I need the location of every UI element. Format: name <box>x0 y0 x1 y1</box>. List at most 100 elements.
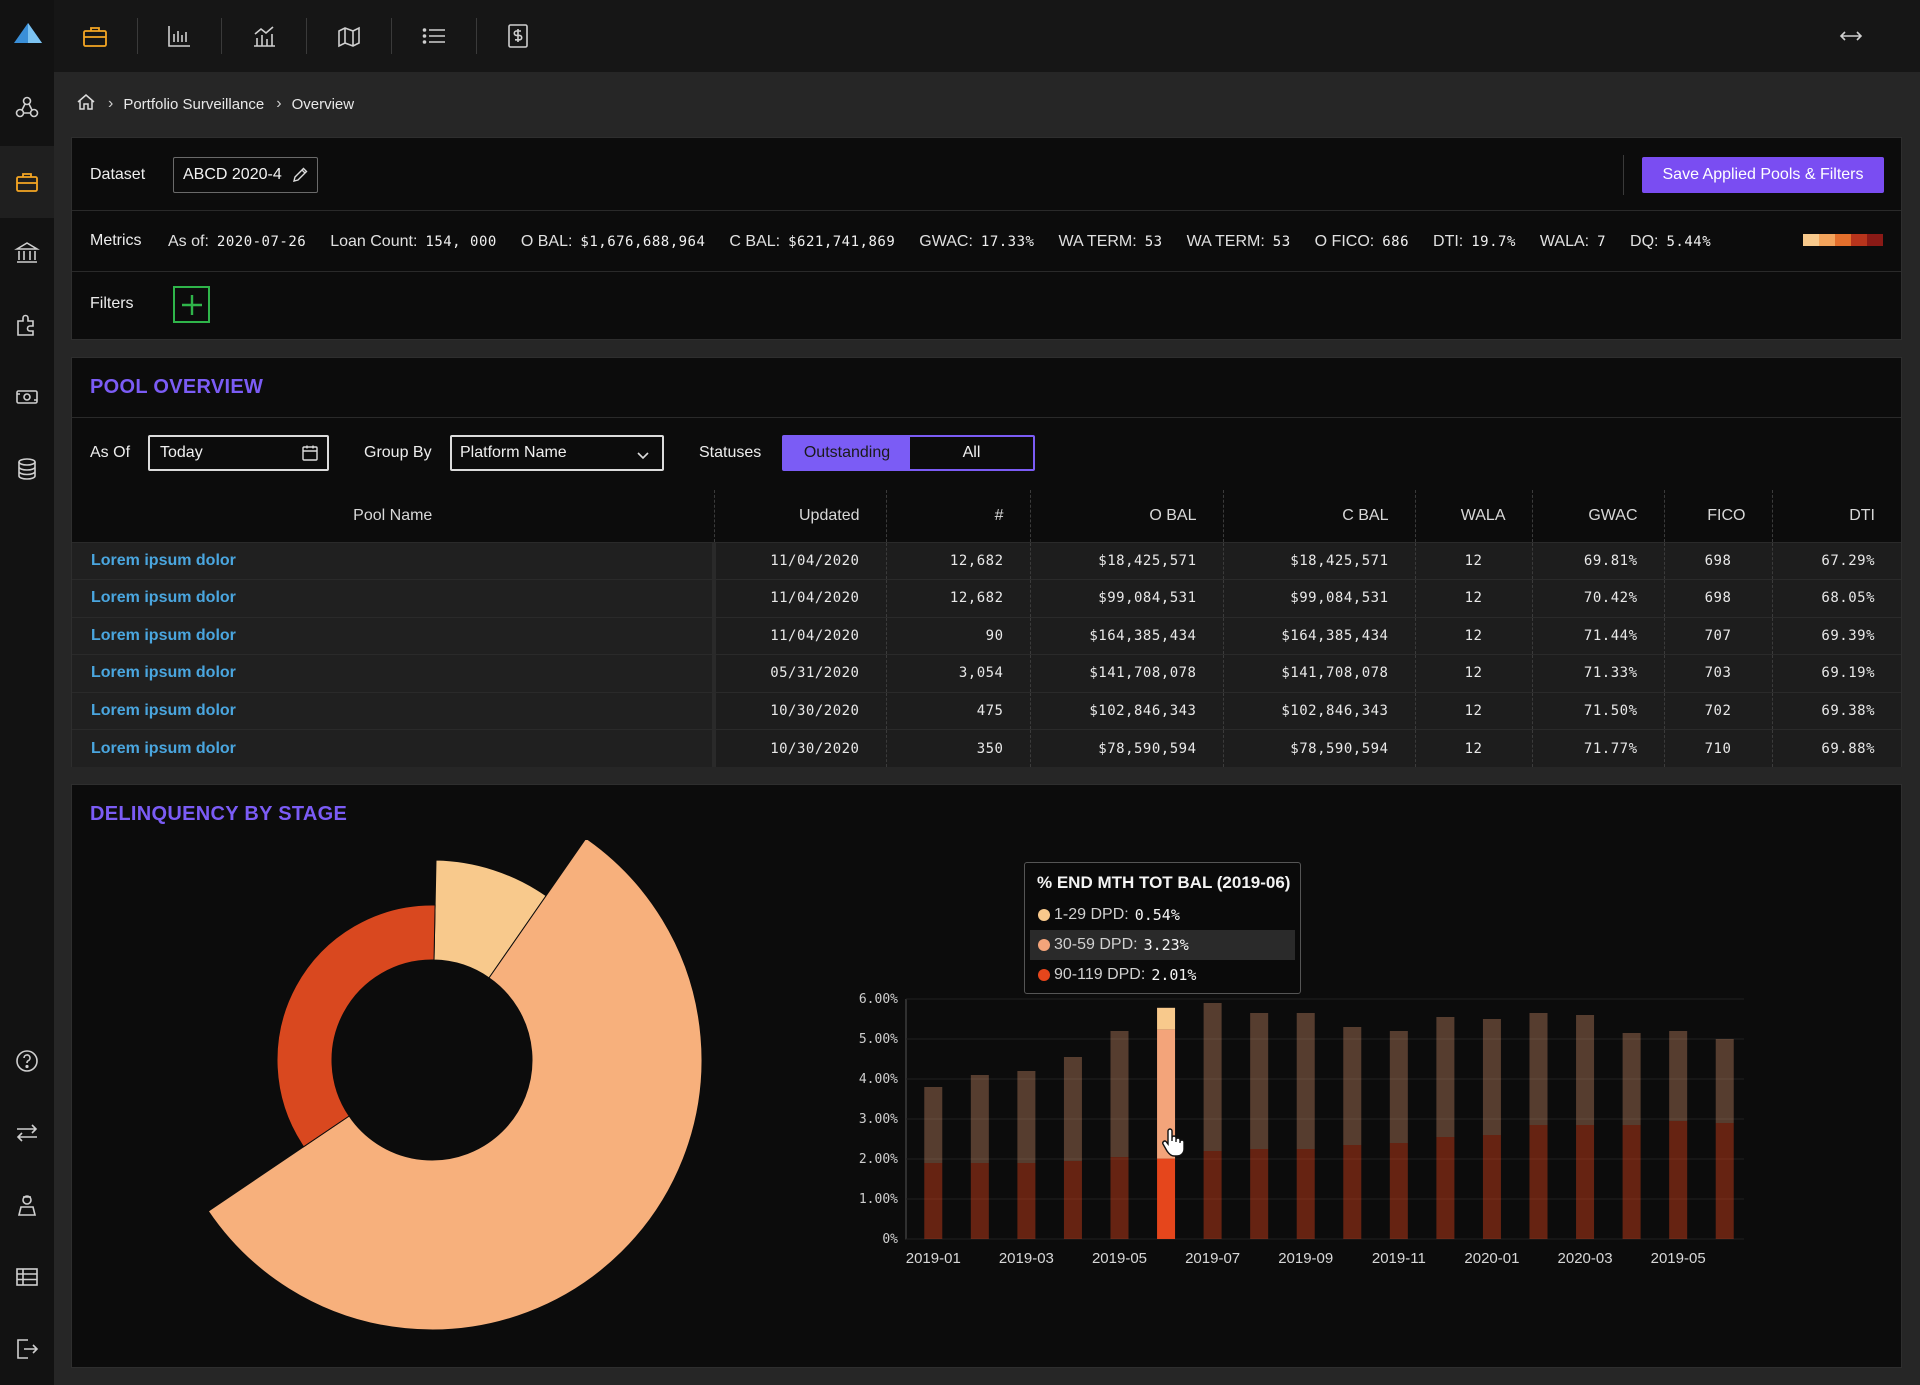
bar-segment[interactable] <box>1110 1031 1129 1157</box>
save-pools-filters-button[interactable]: Save Applied Pools & Filters <box>1642 157 1884 193</box>
bar-segment[interactable] <box>1157 1158 1176 1239</box>
as-of-date-picker[interactable]: Today <box>148 435 329 471</box>
transfer-icon[interactable] <box>12 1118 42 1148</box>
metric-dq: DQ: 5.44% <box>1630 233 1712 250</box>
bar-segment[interactable] <box>1389 1031 1408 1143</box>
pencil-icon[interactable] <box>291 166 309 189</box>
bar-segment[interactable] <box>924 1163 943 1239</box>
table-icon[interactable] <box>12 1262 42 1292</box>
bar-segment[interactable] <box>1296 1013 1315 1149</box>
table-row[interactable]: Lorem ipsum dolor 10/30/2020 350 $78,590,59… <box>72 729 1901 767</box>
metrics-row: As of: 2020-07-26 Loan Count: 154, 000 O B… <box>168 231 1735 253</box>
bar-segment[interactable] <box>1017 1163 1036 1239</box>
dataset-selector[interactable]: ABCD 2020-4 <box>173 157 318 193</box>
pool-overview-panel: POOL OVERVIEW As Of Today Group By Platf… <box>71 357 1902 767</box>
col-wala[interactable]: WALA <box>1414 490 1532 542</box>
bar-segment[interactable] <box>1669 1031 1688 1121</box>
calendar-icon[interactable] <box>301 444 319 467</box>
add-filter-button[interactable] <box>173 286 210 323</box>
breadcrumb-portfolio-surveillance[interactable]: Portfolio Surveillance <box>123 96 264 113</box>
bar-segment[interactable] <box>1436 1017 1455 1137</box>
logout-icon[interactable] <box>12 1334 42 1364</box>
bar-segment[interactable] <box>1715 1123 1734 1239</box>
col-updated[interactable]: Updated <box>713 490 886 542</box>
bar-segment[interactable] <box>924 1087 943 1163</box>
updated-cell: 11/04/2020 <box>713 616 886 655</box>
table-row[interactable]: Lorem ipsum dolor 11/04/2020 12,682 $99,084… <box>72 579 1901 617</box>
bar-segment[interactable] <box>1529 1013 1548 1125</box>
pool-name-link[interactable]: Lorem ipsum dolor <box>72 541 716 580</box>
list-icon[interactable] <box>417 19 451 53</box>
col-gwac[interactable]: GWAC <box>1531 490 1664 542</box>
o-bal-cell: $164,385,434 <box>1029 616 1223 655</box>
pool-name-link[interactable]: Lorem ipsum dolor <box>72 654 716 692</box>
group-by-label: Group By <box>364 444 432 461</box>
user-agent-icon[interactable] <box>12 1190 42 1220</box>
group-by-select[interactable]: Platform Name <box>450 435 664 471</box>
bar-segment[interactable] <box>1250 1013 1269 1149</box>
home-icon[interactable] <box>76 93 96 115</box>
app-logo[interactable] <box>13 22 43 49</box>
bar-segment[interactable] <box>1017 1071 1036 1163</box>
metric-wa-term: WA TERM: 53 <box>1058 233 1163 250</box>
bar-chart-icon[interactable] <box>162 19 196 53</box>
col-o-bal[interactable]: O BAL <box>1029 490 1223 542</box>
briefcase-icon[interactable] <box>0 146 54 218</box>
dollar-document-icon[interactable] <box>501 19 535 53</box>
database-icon[interactable] <box>12 454 42 484</box>
briefcase-icon[interactable] <box>78 19 112 53</box>
bar-segment[interactable] <box>1576 1125 1595 1239</box>
table-row[interactable]: Lorem ipsum dolor 11/04/2020 90 $164,385,43… <box>72 616 1901 655</box>
map-icon[interactable] <box>332 19 366 53</box>
table-row[interactable]: Lorem ipsum dolor 10/30/2020 475 $102,846,3… <box>72 691 1901 730</box>
bar-segment[interactable] <box>1715 1039 1734 1123</box>
bar-segment[interactable] <box>1669 1121 1688 1239</box>
bar-segment[interactable] <box>1529 1125 1548 1239</box>
bar-segment[interactable] <box>1576 1015 1595 1125</box>
expand-horizontal-icon[interactable] <box>1836 22 1866 50</box>
col-pool-name[interactable]: Pool Name <box>72 490 714 542</box>
bar-segment[interactable] <box>1063 1057 1082 1161</box>
bar-segment[interactable] <box>1157 1007 1176 1030</box>
puzzle-icon[interactable] <box>12 310 42 340</box>
bar-segment[interactable] <box>1296 1149 1315 1239</box>
bar-segment[interactable] <box>1343 1145 1362 1239</box>
bar-segment[interactable] <box>1203 1151 1222 1239</box>
donut-slice-90-119-dpd[interactable] <box>276 904 436 1148</box>
wala-cell: 12 <box>1414 691 1532 730</box>
col-dti[interactable]: DTI <box>1771 490 1901 542</box>
pool-name-link[interactable]: Lorem ipsum dolor <box>72 691 716 730</box>
c-bal-cell: $102,846,343 <box>1222 691 1415 730</box>
bar-segment[interactable] <box>1622 1033 1641 1125</box>
cash-icon[interactable] <box>12 382 42 412</box>
metric-gwac: GWAC: 17.33% <box>919 233 1035 250</box>
help-icon[interactable] <box>12 1046 42 1076</box>
status-all-button[interactable]: All <box>910 437 1033 469</box>
breadcrumb-overview[interactable]: Overview <box>292 96 355 113</box>
bar-segment[interactable] <box>1110 1157 1129 1239</box>
table-row[interactable]: Lorem ipsum dolor 05/31/2020 3,054 $141,708… <box>72 654 1901 692</box>
bar-segment[interactable] <box>1622 1125 1641 1239</box>
col-c-bal[interactable]: C BAL <box>1222 490 1415 542</box>
bar-segment[interactable] <box>970 1163 989 1239</box>
bar-segment[interactable] <box>1063 1161 1082 1239</box>
bar-segment[interactable] <box>1482 1135 1501 1239</box>
pool-name-link[interactable]: Lorem ipsum dolor <box>72 579 716 617</box>
bar-segment[interactable] <box>970 1075 989 1163</box>
pool-name-link[interactable]: Lorem ipsum dolor <box>72 729 716 767</box>
bar-segment[interactable] <box>1389 1143 1408 1239</box>
pool-name-link[interactable]: Lorem ipsum dolor <box>72 616 716 655</box>
status-outstanding-button[interactable]: Outstanding <box>784 437 910 469</box>
col-fico[interactable]: FICO <box>1663 490 1772 542</box>
bar-segment[interactable] <box>1250 1149 1269 1239</box>
col-count[interactable]: # <box>885 490 1030 542</box>
bar-segment[interactable] <box>1482 1019 1501 1135</box>
chart-tooltip: % END MTH TOT BAL (2019-06) 1-29 DPD: 0.… <box>1024 862 1301 994</box>
bar-segment[interactable] <box>1436 1137 1455 1239</box>
bar-segment[interactable] <box>1203 1003 1222 1151</box>
network-icon[interactable] <box>12 92 42 122</box>
table-row[interactable]: Lorem ipsum dolor 11/04/2020 12,682 $18,425… <box>72 541 1901 580</box>
bar-segment[interactable] <box>1343 1027 1362 1145</box>
line-bar-chart-icon[interactable] <box>247 19 281 53</box>
bank-icon[interactable] <box>12 238 42 268</box>
